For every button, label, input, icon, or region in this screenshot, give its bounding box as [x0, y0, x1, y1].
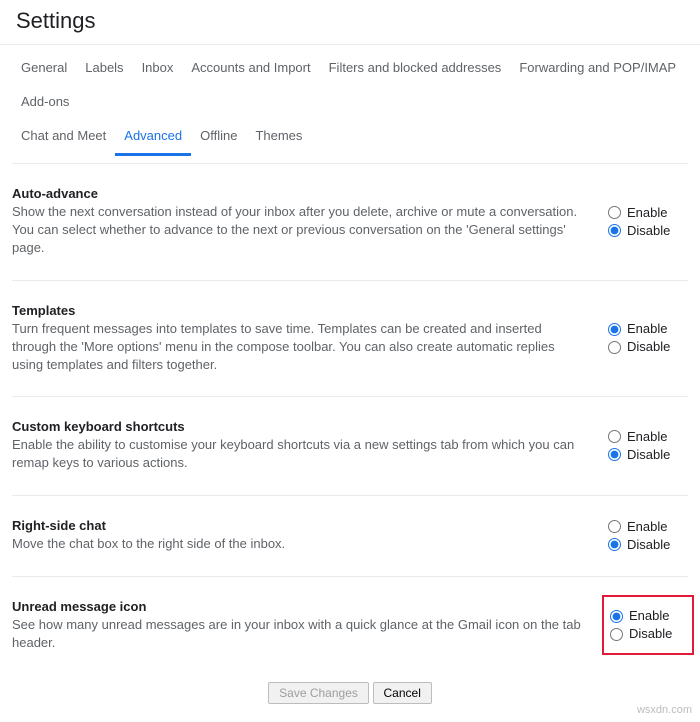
- section-body: Enable the ability to customise your key…: [12, 436, 586, 472]
- section-custom-keyboard-shortcuts: Custom keyboard shortcuts Enable the abil…: [12, 396, 688, 494]
- options-inner: EnableDisable: [608, 428, 688, 464]
- radio-label-disable[interactable]: Disable: [627, 446, 670, 464]
- button-bar: Save Changes Cancel: [12, 674, 688, 722]
- tabs-row-2: Chat and MeetAdvancedOfflineThemes: [12, 119, 688, 155]
- radio-enable[interactable]: [610, 610, 623, 623]
- options-inner: EnableDisable: [608, 518, 688, 554]
- option-row-disable: Disable: [608, 536, 688, 554]
- option-row-enable: Enable: [608, 320, 688, 338]
- settings-content: GeneralLabelsInboxAccounts and ImportFil…: [0, 44, 700, 722]
- tab-chat-and-meet[interactable]: Chat and Meet: [12, 119, 115, 155]
- section-body: Show the next conversation instead of yo…: [12, 203, 586, 258]
- radio-label-enable[interactable]: Enable: [629, 607, 669, 625]
- sections-list: Auto-advance Show the next conversation i…: [12, 163, 688, 674]
- section-auto-advance: Auto-advance Show the next conversation i…: [12, 163, 688, 280]
- section-title: Auto-advance: [12, 186, 586, 201]
- section-title: Custom keyboard shortcuts: [12, 419, 586, 434]
- radio-enable[interactable]: [608, 520, 621, 533]
- section-body: See how many unread messages are in your…: [12, 616, 586, 652]
- radio-label-disable[interactable]: Disable: [629, 625, 672, 643]
- options-column: EnableDisable: [606, 204, 688, 240]
- tab-offline[interactable]: Offline: [191, 119, 246, 155]
- section-body: Move the chat box to the right side of t…: [12, 535, 586, 553]
- radio-enable[interactable]: [608, 430, 621, 443]
- section-body: Turn frequent messages into templates to…: [12, 320, 586, 375]
- option-row-enable: Enable: [608, 428, 688, 446]
- section-desc: Custom keyboard shortcuts Enable the abil…: [12, 419, 606, 472]
- radio-label-enable[interactable]: Enable: [627, 204, 667, 222]
- tabs-row-1: GeneralLabelsInboxAccounts and ImportFil…: [12, 51, 688, 119]
- radio-disable[interactable]: [608, 538, 621, 551]
- option-row-disable: Disable: [608, 446, 688, 464]
- tab-general[interactable]: General: [12, 51, 76, 85]
- section-unread-message-icon: Unread message icon See how many unread m…: [12, 576, 688, 674]
- section-title: Templates: [12, 303, 586, 318]
- section-desc: Unread message icon See how many unread m…: [12, 599, 606, 652]
- radio-enable[interactable]: [608, 323, 621, 336]
- radio-label-enable[interactable]: Enable: [627, 320, 667, 338]
- radio-disable[interactable]: [608, 448, 621, 461]
- option-row-enable: Enable: [608, 518, 688, 536]
- section-desc: Right-side chat Move the chat box to the …: [12, 518, 606, 553]
- option-row-enable: Enable: [608, 204, 688, 222]
- tab-add-ons[interactable]: Add-ons: [12, 85, 78, 119]
- radio-disable[interactable]: [608, 224, 621, 237]
- options-inner: EnableDisable: [608, 204, 688, 240]
- radio-label-disable[interactable]: Disable: [627, 222, 670, 240]
- radio-label-disable[interactable]: Disable: [627, 338, 670, 356]
- tab-labels[interactable]: Labels: [76, 51, 132, 85]
- options-column: EnableDisable: [606, 320, 688, 356]
- option-row-disable: Disable: [608, 338, 688, 356]
- option-row-disable: Disable: [608, 222, 688, 240]
- radio-label-disable[interactable]: Disable: [627, 536, 670, 554]
- tabs-container: GeneralLabelsInboxAccounts and ImportFil…: [12, 45, 688, 155]
- page-title: Settings: [0, 0, 700, 44]
- watermark: wsxdn.com: [637, 704, 692, 716]
- cancel-button[interactable]: Cancel: [373, 682, 432, 704]
- section-desc: Auto-advance Show the next conversation i…: [12, 186, 606, 258]
- section-right-side-chat: Right-side chat Move the chat box to the …: [12, 495, 688, 576]
- options-inner: EnableDisable: [608, 320, 688, 356]
- options-column: EnableDisable: [606, 428, 688, 464]
- section-title: Right-side chat: [12, 518, 586, 533]
- radio-label-enable[interactable]: Enable: [627, 518, 667, 536]
- radio-disable[interactable]: [608, 341, 621, 354]
- options-column: EnableDisable: [606, 518, 688, 554]
- highlight-box: EnableDisable: [602, 595, 694, 655]
- tab-advanced[interactable]: Advanced: [115, 119, 191, 156]
- section-templates: Templates Turn frequent messages into tem…: [12, 280, 688, 397]
- options-column: EnableDisable: [606, 605, 688, 645]
- tab-themes[interactable]: Themes: [246, 119, 311, 155]
- tab-accounts-and-import[interactable]: Accounts and Import: [182, 51, 319, 85]
- radio-label-enable[interactable]: Enable: [627, 428, 667, 446]
- option-row-enable: Enable: [610, 607, 686, 625]
- radio-disable[interactable]: [610, 628, 623, 641]
- tab-forwarding-and-pop-imap[interactable]: Forwarding and POP/IMAP: [510, 51, 685, 85]
- option-row-disable: Disable: [610, 625, 686, 643]
- tab-inbox[interactable]: Inbox: [133, 51, 183, 85]
- section-desc: Templates Turn frequent messages into tem…: [12, 303, 606, 375]
- radio-enable[interactable]: [608, 206, 621, 219]
- tab-filters-and-blocked-addresses[interactable]: Filters and blocked addresses: [320, 51, 511, 85]
- save-changes-button[interactable]: Save Changes: [268, 682, 369, 704]
- section-title: Unread message icon: [12, 599, 586, 614]
